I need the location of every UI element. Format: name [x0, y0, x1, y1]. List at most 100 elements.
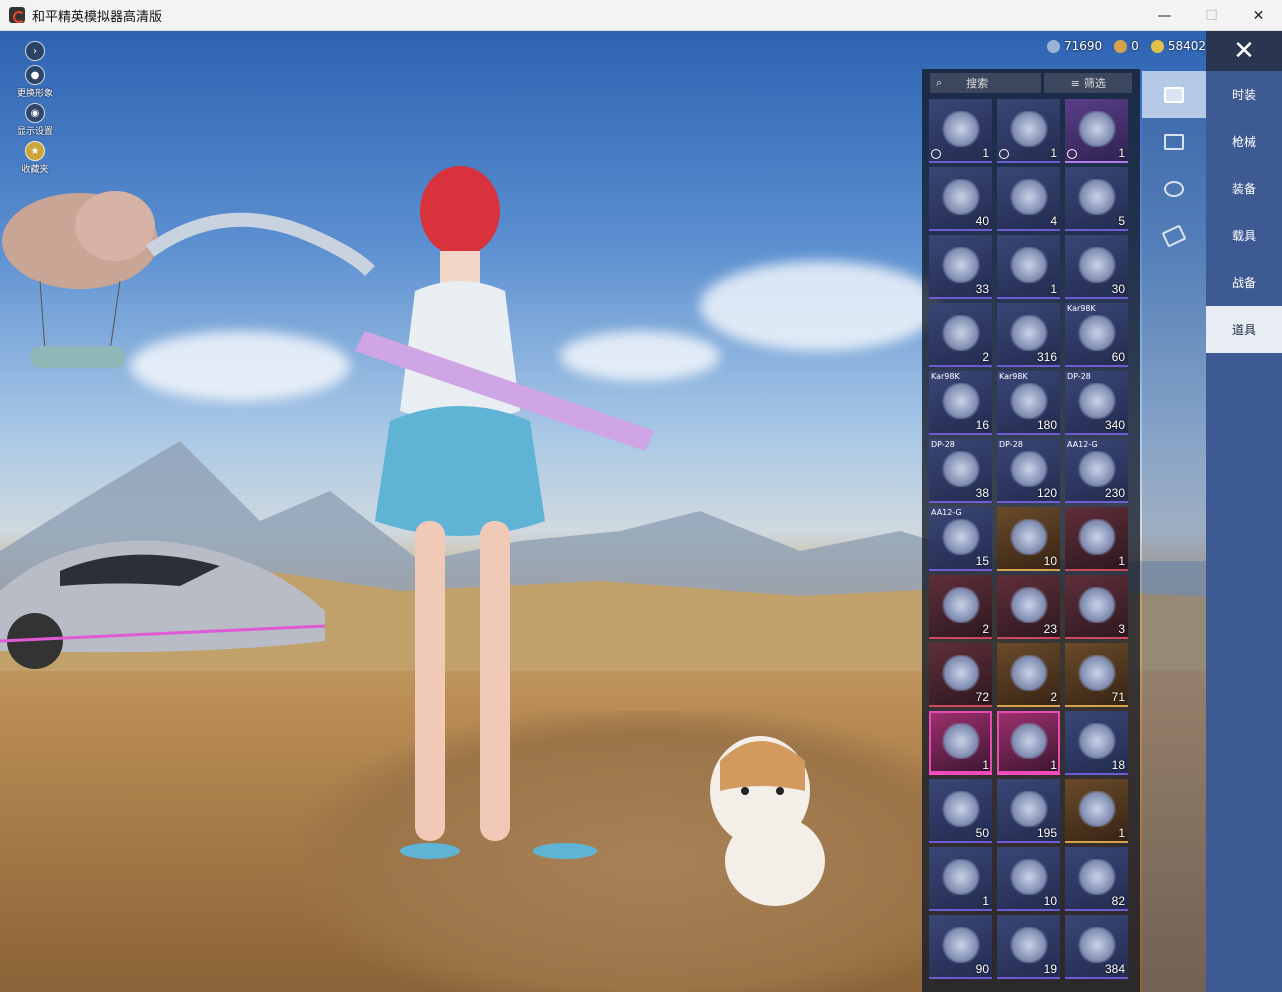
inventory-item[interactable]: AA12-G 15 [929, 507, 992, 571]
pet-dog [710, 736, 825, 906]
tab-items[interactable]: 道具 [1206, 306, 1282, 353]
display-settings-label: 显示设置 [16, 127, 53, 137]
inventory-item[interactable]: 33 [929, 235, 992, 299]
spring-icon [1009, 315, 1049, 351]
item-quantity: 230 [1104, 486, 1125, 500]
item-quantity: 23 [1043, 622, 1057, 636]
maximize-button[interactable]: ☐ [1188, 0, 1235, 31]
subtab-card[interactable] [1142, 71, 1206, 118]
filter-label: 筛选 [1083, 77, 1106, 90]
inventory-item[interactable]: 10 [997, 507, 1060, 571]
item-quantity: 1 [1050, 758, 1057, 772]
inventory-item[interactable]: 1 [929, 99, 992, 163]
item-tag: AA12-G [1067, 440, 1098, 449]
inventory-item[interactable]: Kar98K 180 [997, 371, 1060, 435]
item-grid: 1 1 1 40 4 5 33 1 30 2 316 Kar98K 60 Kar98K 16 Kar98K 18… [929, 99, 1128, 979]
item-tag: Kar98K [1067, 304, 1096, 313]
inventory-item[interactable]: Kar98K 60 [1065, 303, 1128, 367]
inventory-item[interactable]: DP-28 120 [997, 439, 1060, 503]
inventory-item[interactable]: 2 [929, 575, 992, 639]
inventory-item[interactable]: 195 [997, 779, 1060, 843]
inventory-item[interactable]: 3 [1065, 575, 1128, 639]
item-quantity: 4 [1050, 214, 1057, 228]
filter-icon: ≡ [1070, 76, 1080, 90]
item-quantity: 195 [1036, 826, 1057, 840]
inventory-item[interactable]: 1 [929, 711, 992, 775]
inventory-item[interactable]: 10 [997, 847, 1060, 911]
inventory-item[interactable]: 1 [997, 235, 1060, 299]
ticket-icon [941, 655, 981, 691]
currency-bar: 71690 0 58402 [1046, 39, 1206, 53]
ticket-icon [1077, 587, 1117, 623]
item-quantity: 120 [1036, 486, 1057, 500]
inventory-item[interactable]: 316 [997, 303, 1060, 367]
search-input[interactable]: ⌕ 搜索 [930, 73, 1042, 93]
currency-medal: 0 [1114, 39, 1139, 53]
display-settings-button[interactable]: ◉ 显示设置 [12, 103, 58, 137]
subtab-calendar[interactable] [1142, 118, 1206, 165]
inventory-item[interactable]: 72 [929, 643, 992, 707]
inventory-item[interactable]: 19 [997, 915, 1060, 979]
id-card-icon [1009, 519, 1049, 555]
dragon-badge-icon [941, 859, 981, 895]
spring-icon [1009, 451, 1049, 487]
inventory-item[interactable]: Kar98K 16 [929, 371, 992, 435]
expand-button[interactable]: › [12, 41, 58, 61]
spring-icon [1009, 383, 1049, 419]
inventory-item[interactable]: AA12-G 230 [1065, 439, 1128, 503]
inventory-item[interactable]: 30 [1065, 235, 1128, 299]
filter-button[interactable]: ≡ 筛选 [1044, 73, 1132, 93]
item-quantity: 38 [975, 486, 989, 500]
inventory-item[interactable]: 1 [1065, 99, 1128, 163]
inventory-item[interactable]: DP-28 340 [1065, 371, 1128, 435]
close-panel-button[interactable]: ✕ [1206, 31, 1282, 71]
tab-combat-prep[interactable]: 战备 [1206, 259, 1282, 306]
cloud [700, 261, 940, 351]
collect-button[interactable]: ★ 收藏夹 [12, 141, 58, 175]
item-quantity: 2 [982, 350, 989, 364]
inventory-item[interactable]: 23 [997, 575, 1060, 639]
ticket-icon [941, 791, 981, 827]
inventory-item[interactable]: 18 [1065, 711, 1128, 775]
gem-frame-icon [1077, 859, 1117, 895]
tab-guns[interactable]: 枪械 [1206, 118, 1282, 165]
inventory-item[interactable]: 82 [1065, 847, 1128, 911]
tab-equipment[interactable]: 装备 [1206, 165, 1282, 212]
refresh-coin-icon [1009, 723, 1049, 759]
tab-vehicles[interactable]: 载具 [1206, 212, 1282, 259]
tab-fashion[interactable]: 时装 [1206, 71, 1282, 118]
subtab-sparkle[interactable] [1142, 165, 1206, 212]
inventory-item[interactable]: 1 [1065, 779, 1128, 843]
ticket-icon [1077, 111, 1117, 147]
item-tag: DP-28 [1067, 372, 1091, 381]
ticket-icon [1009, 655, 1049, 691]
subtab-ticket[interactable] [1142, 212, 1206, 259]
item-quantity: 18 [1111, 758, 1125, 772]
inventory-item[interactable]: 1 [1065, 507, 1128, 571]
item-quantity: 10 [1043, 554, 1057, 568]
inventory-item[interactable]: 1 [997, 99, 1060, 163]
item-quantity: 2 [982, 622, 989, 636]
paint-can-icon [1077, 451, 1117, 487]
inventory-item[interactable]: 90 [929, 915, 992, 979]
inventory-item[interactable]: DP-28 38 [929, 439, 992, 503]
spring-icon [1077, 179, 1117, 215]
inventory-item[interactable]: 1 [997, 711, 1060, 775]
item-quantity: 71 [1111, 690, 1125, 704]
inventory-item[interactable]: 1 [929, 847, 992, 911]
inventory-item[interactable]: 2 [997, 643, 1060, 707]
magazine-icon [941, 383, 981, 419]
inventory-item[interactable]: 71 [1065, 643, 1128, 707]
close-window-button[interactable]: ✕ [1235, 0, 1282, 31]
card-icon [1164, 86, 1184, 103]
inventory-item[interactable]: 384 [1065, 915, 1128, 979]
item-tag: DP-28 [931, 440, 955, 449]
change-look-button[interactable]: ● 更换形象 [12, 65, 58, 99]
inventory-item[interactable]: 50 [929, 779, 992, 843]
inventory-item[interactable]: 4 [997, 167, 1060, 231]
inventory-item[interactable]: 2 [929, 303, 992, 367]
minimize-button[interactable]: — [1141, 0, 1188, 31]
inventory-item[interactable]: 40 [929, 167, 992, 231]
item-quantity: 5 [1118, 214, 1125, 228]
inventory-item[interactable]: 5 [1065, 167, 1128, 231]
